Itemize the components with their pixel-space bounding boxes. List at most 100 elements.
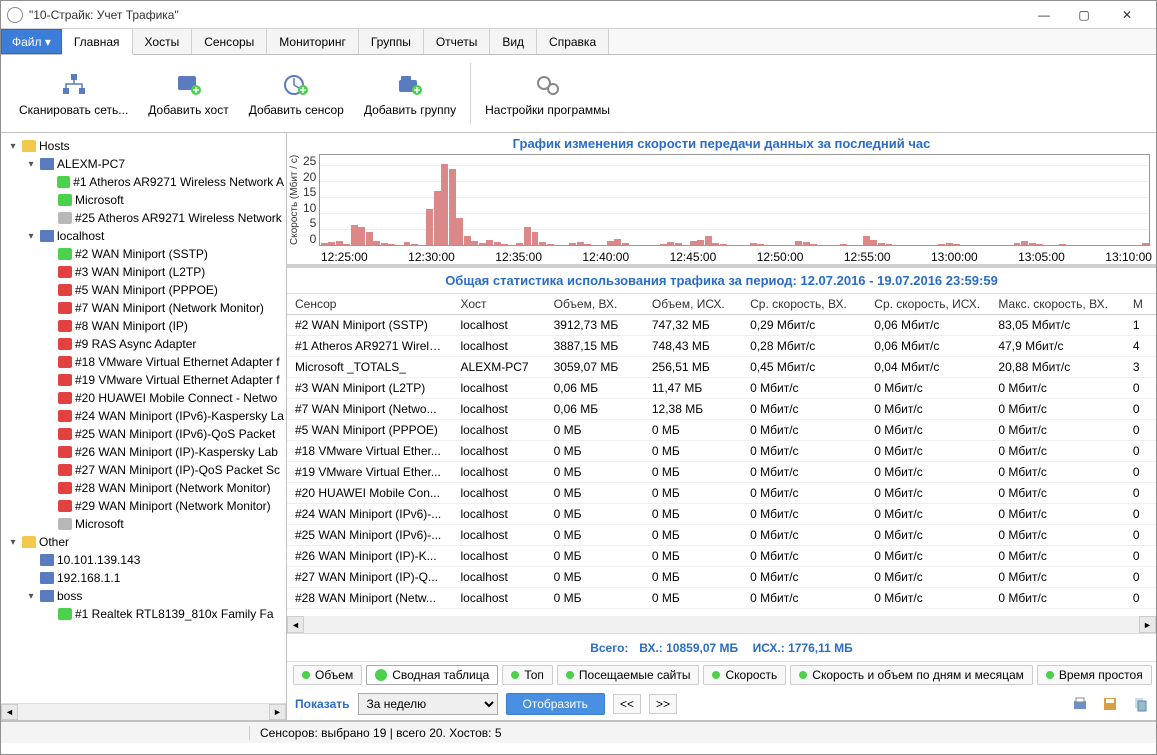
tree-node[interactable]: ▸#27 WAN Miniport (IP)-QoS Packet Sc: [3, 461, 284, 479]
view-tab-6[interactable]: Время простоя: [1037, 665, 1152, 685]
red-icon: [58, 500, 72, 512]
table-row[interactable]: #7 WAN Miniport (Netwo...localhost0,06 М…: [287, 399, 1156, 420]
tree-node[interactable]: ▸#8 WAN Miniport (IP): [3, 317, 284, 335]
tree-node[interactable]: ▾Hosts: [3, 137, 284, 155]
stats-panel: Общая статистика использования трафика з…: [287, 268, 1156, 720]
col-header[interactable]: Макс. скорость, ВХ.: [990, 294, 1124, 315]
table-row[interactable]: #28 WAN Miniport (Netw...localhost0 МБ0 …: [287, 588, 1156, 609]
sensor-add-icon: [282, 71, 310, 99]
tree-node[interactable]: ▸#1 Realtek RTL8139_810x Family Fa: [3, 605, 284, 623]
view-tab-4[interactable]: Скорость: [703, 665, 786, 685]
prev-button[interactable]: <<: [613, 694, 641, 714]
view-tab-2[interactable]: Топ: [502, 665, 553, 685]
tree-node[interactable]: ▸#1 Atheros AR9271 Wireless Network A: [3, 173, 284, 191]
table-row[interactable]: #20 HUAWEI Mobile Con...localhost0 МБ0 М…: [287, 483, 1156, 504]
tree-node[interactable]: ▸Microsoft: [3, 515, 284, 533]
stats-table[interactable]: СенсорХостОбъем, ВХ.Объем, ИСХ.Ср. скоро…: [287, 294, 1156, 609]
tree-node[interactable]: ▸#7 WAN Miniport (Network Monitor): [3, 299, 284, 317]
col-header[interactable]: Сенсор: [287, 294, 453, 315]
tree-node[interactable]: ▸#28 WAN Miniport (Network Monitor): [3, 479, 284, 497]
tree-node[interactable]: ▸#19 VMware Virtual Ethernet Adapter f: [3, 371, 284, 389]
tree-node[interactable]: ▸#24 WAN Miniport (IPv6)-Kaspersky La: [3, 407, 284, 425]
tree-node[interactable]: ▸#5 WAN Miniport (PPPOE): [3, 281, 284, 299]
period-select[interactable]: За неделю: [358, 693, 498, 715]
minimize-button[interactable]: —: [1024, 3, 1064, 27]
close-button[interactable]: ✕: [1104, 3, 1150, 27]
menu-tab-1[interactable]: Хосты: [133, 29, 193, 54]
col-header[interactable]: Хост: [453, 294, 546, 315]
table-hscroll[interactable]: ◄ ►: [287, 616, 1156, 633]
host-tree[interactable]: ▾Hosts▾ALEXM-PC7▸#1 Atheros AR9271 Wirel…: [1, 133, 286, 720]
next-button[interactable]: >>: [649, 694, 677, 714]
display-button[interactable]: Отобразить: [506, 693, 605, 715]
menu-tab-4[interactable]: Группы: [359, 29, 424, 54]
tree-node[interactable]: ▸#20 HUAWEI Mobile Connect - Netwo: [3, 389, 284, 407]
scroll-right-button[interactable]: ►: [1139, 616, 1156, 633]
col-header[interactable]: Объем, ИСХ.: [644, 294, 742, 315]
settings-button[interactable]: Настройки программы: [475, 59, 620, 128]
scan-network-button[interactable]: Сканировать сеть...: [9, 59, 138, 128]
menu-tab-6[interactable]: Вид: [490, 29, 537, 54]
tree-node[interactable]: ▸#3 WAN Miniport (L2TP): [3, 263, 284, 281]
menu-tab-3[interactable]: Мониторинг: [267, 29, 359, 54]
view-tab-3[interactable]: Посещаемые сайты: [557, 665, 700, 685]
add-host-button[interactable]: Добавить хост: [138, 59, 238, 128]
table-row[interactable]: #18 VMware Virtual Ether...localhost0 МБ…: [287, 441, 1156, 462]
view-tab-1[interactable]: Сводная таблица: [366, 665, 498, 685]
tree-node[interactable]: ▾ALEXM-PC7: [3, 155, 284, 173]
table-row[interactable]: #27 WAN Miniport (IP)-Q...localhost0 МБ0…: [287, 567, 1156, 588]
tree-node[interactable]: ▸Microsoft: [3, 191, 284, 209]
tree-node[interactable]: ▸#29 WAN Miniport (Network Monitor): [3, 497, 284, 515]
print-icon[interactable]: [1072, 696, 1088, 712]
tree-node[interactable]: ▸10.101.139.143: [3, 551, 284, 569]
tree-node[interactable]: ▾Other: [3, 533, 284, 551]
menu-tab-0[interactable]: Главная: [62, 29, 133, 55]
tree-node[interactable]: ▸#25 Atheros AR9271 Wireless Network: [3, 209, 284, 227]
expand-icon[interactable]: ▾: [25, 591, 37, 602]
maximize-button[interactable]: ▢: [1064, 3, 1104, 27]
col-header[interactable]: М: [1125, 294, 1156, 315]
col-header[interactable]: Объем, ВХ.: [546, 294, 644, 315]
table-row[interactable]: #5 WAN Miniport (PPPOE)localhost0 МБ0 МБ…: [287, 420, 1156, 441]
pc-icon: [40, 158, 54, 170]
scroll-left-button[interactable]: ◄: [1, 704, 18, 720]
copy-icon[interactable]: [1132, 696, 1148, 712]
table-row[interactable]: #19 VMware Virtual Ether...localhost0 МБ…: [287, 462, 1156, 483]
tree-node[interactable]: ▸#9 RAS Async Adapter: [3, 335, 284, 353]
col-header[interactable]: Ср. скорость, ИСХ.: [866, 294, 990, 315]
tree-node[interactable]: ▸#18 VMware Virtual Ethernet Adapter f: [3, 353, 284, 371]
table-row[interactable]: #24 WAN Miniport (IPv6)-...localhost0 МБ…: [287, 504, 1156, 525]
tree-node[interactable]: ▸192.168.1.1: [3, 569, 284, 587]
tree-node[interactable]: ▸#26 WAN Miniport (IP)-Kaspersky Lab: [3, 443, 284, 461]
tree-label: #28 WAN Miniport (Network Monitor): [75, 481, 271, 495]
table-row[interactable]: #1 Atheros AR9271 Wirele...localhost3887…: [287, 336, 1156, 357]
save-icon[interactable]: [1102, 696, 1118, 712]
add-group-button[interactable]: Добавить группу: [354, 59, 466, 128]
table-row[interactable]: Microsoft _TOTALS_ALEXM-PC73059,07 МБ256…: [287, 357, 1156, 378]
scroll-left-button[interactable]: ◄: [287, 616, 304, 633]
tree-node[interactable]: ▸#25 WAN Miniport (IPv6)-QoS Packet: [3, 425, 284, 443]
file-menu[interactable]: Файл ▾: [1, 29, 62, 54]
expand-icon[interactable]: ▾: [7, 537, 19, 548]
expand-icon[interactable]: ▾: [7, 141, 19, 152]
menu-tab-5[interactable]: Отчеты: [424, 29, 490, 54]
tree-node[interactable]: ▸#2 WAN Miniport (SSTP): [3, 245, 284, 263]
tree-hscroll[interactable]: ◄ ►: [1, 703, 286, 720]
table-row[interactable]: #26 WAN Miniport (IP)-K...localhost0 МБ0…: [287, 546, 1156, 567]
col-header[interactable]: Ср. скорость, ВХ.: [742, 294, 866, 315]
table-row[interactable]: #3 WAN Miniport (L2TP)localhost0,06 МБ11…: [287, 378, 1156, 399]
view-tab-0[interactable]: Объем: [293, 665, 362, 685]
tree-node[interactable]: ▾localhost: [3, 227, 284, 245]
table-row[interactable]: #2 WAN Miniport (SSTP)localhost3912,73 М…: [287, 315, 1156, 336]
menu-tab-7[interactable]: Справка: [537, 29, 609, 54]
tree-label: #1 Atheros AR9271 Wireless Network A: [73, 175, 284, 189]
view-tab-5[interactable]: Скорость и объем по дням и месяцам: [790, 665, 1033, 685]
expand-icon[interactable]: ▾: [25, 231, 37, 242]
tree-label: #3 WAN Miniport (L2TP): [75, 265, 205, 279]
menu-tab-2[interactable]: Сенсоры: [192, 29, 267, 54]
scroll-right-button[interactable]: ►: [269, 704, 286, 720]
table-row[interactable]: #25 WAN Miniport (IPv6)-...localhost0 МБ…: [287, 525, 1156, 546]
tree-node[interactable]: ▾boss: [3, 587, 284, 605]
add-sensor-button[interactable]: Добавить сенсор: [239, 59, 354, 128]
expand-icon[interactable]: ▾: [25, 159, 37, 170]
